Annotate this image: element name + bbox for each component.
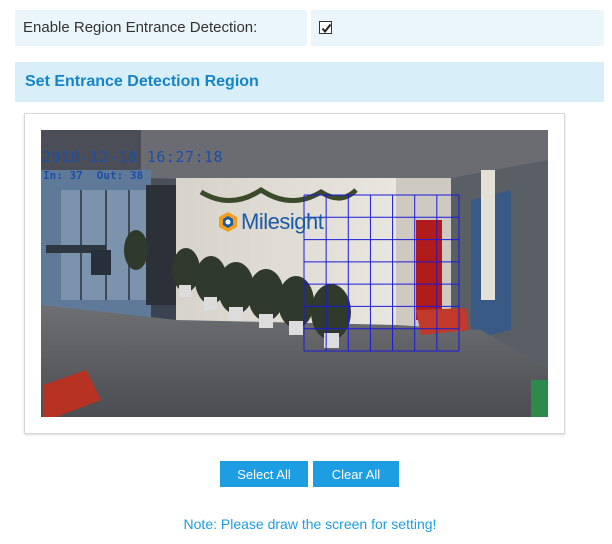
osd-out-count: Out: 38 (96, 169, 144, 182)
osd-timestamp: 2018-12-18 16:27:18 (42, 148, 224, 166)
checkmark-icon (321, 23, 332, 34)
video-frame: 2018-12-18 16:27:18 In: 37 Out: 38 Milesi… (24, 113, 565, 434)
enable-detection-checkbox[interactable] (319, 21, 332, 34)
select-all-button[interactable]: Select All (220, 461, 308, 487)
osd-in-count: In: 37 (43, 169, 83, 182)
osd-counter: In: 37 Out: 38 (43, 169, 143, 182)
clear-all-button[interactable]: Clear All (313, 461, 399, 487)
enable-detection-label: Enable Region Entrance Detection: (15, 10, 307, 46)
brand-logo: Milesight (218, 209, 324, 235)
video-canvas[interactable]: 2018-12-18 16:27:18 In: 37 Out: 38 Milesi… (41, 130, 548, 417)
setting-note: Note: Please draw the screen for setting… (183, 516, 437, 532)
enable-detection-row: Enable Region Entrance Detection: (15, 10, 604, 46)
brand-text: Milesight (241, 209, 324, 234)
enable-detection-cell (311, 10, 604, 46)
section-title: Set Entrance Detection Region (15, 62, 604, 102)
milesight-logo-icon (219, 212, 237, 232)
